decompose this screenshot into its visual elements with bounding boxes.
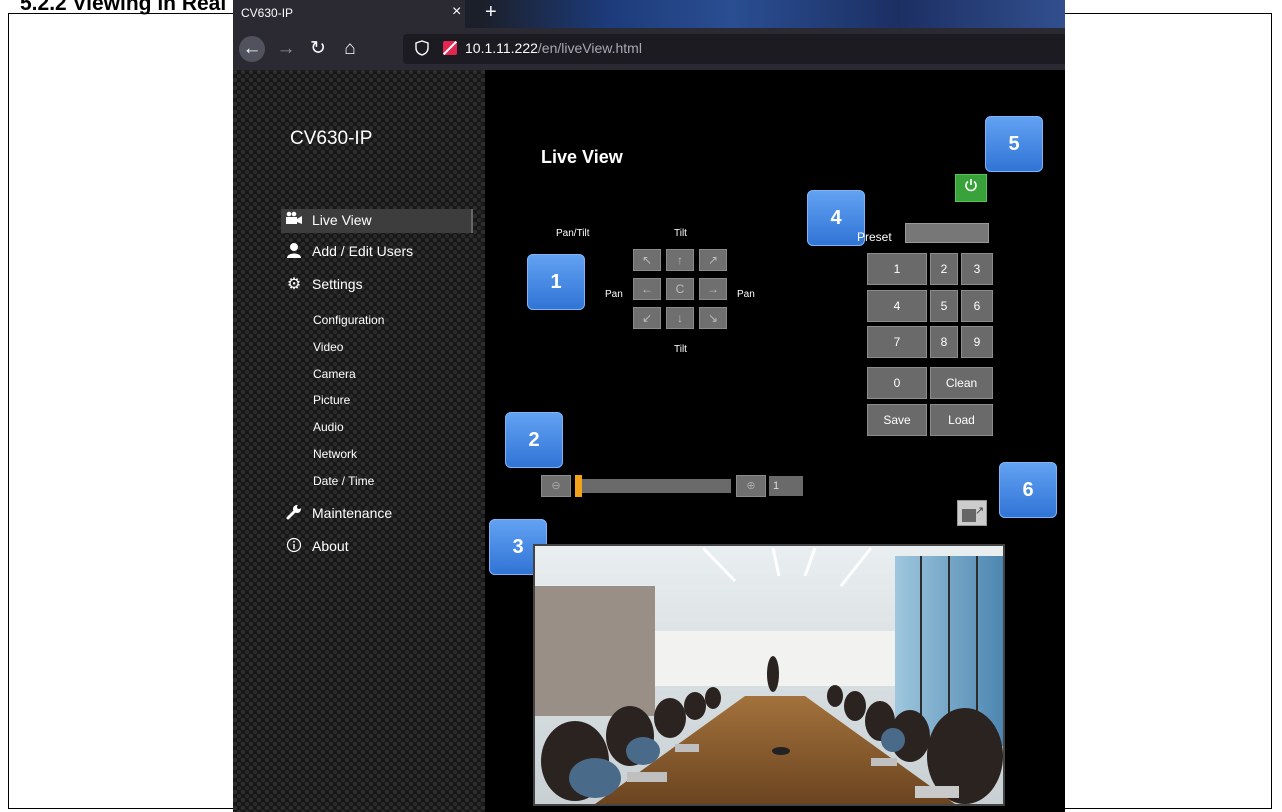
- preset-load-button[interactable]: Load: [930, 404, 993, 436]
- video-camera-icon: [284, 211, 304, 231]
- preset-key-5[interactable]: 5: [930, 290, 958, 322]
- submenu-item-network[interactable]: Network: [313, 447, 357, 461]
- sidebar-item-label: About: [312, 538, 349, 554]
- live-video-feed[interactable]: [533, 544, 1005, 806]
- page-title: Live View: [541, 147, 623, 167]
- submenu-item-camera[interactable]: Camera: [313, 367, 356, 381]
- pan-tilt-up-left-button[interactable]: ↖: [633, 249, 661, 271]
- sidebar-item-about[interactable]: About: [281, 535, 471, 559]
- preset-input[interactable]: [905, 223, 989, 243]
- sidebar-item-add-edit-users[interactable]: Add / Edit Users: [281, 240, 471, 264]
- url-text: 10.1.11.222/en/liveView.html: [465, 40, 642, 56]
- preset-key-9[interactable]: 9: [961, 326, 993, 358]
- pan-left-button[interactable]: ←: [633, 278, 661, 300]
- home-icon[interactable]: ⌂: [337, 36, 363, 62]
- forward-arrow-icon[interactable]: →: [273, 36, 299, 62]
- preset-key-4[interactable]: 4: [867, 290, 927, 322]
- preset-key-8[interactable]: 8: [930, 326, 958, 358]
- tilt-down-button[interactable]: ↓: [666, 307, 694, 329]
- zoom-level-field[interactable]: 1: [769, 476, 803, 496]
- fullscreen-button[interactable]: ↗: [957, 500, 987, 526]
- user-icon: [284, 242, 304, 262]
- submenu-item-date-time[interactable]: Date / Time: [313, 474, 374, 488]
- sidebar-item-label: Live View: [312, 212, 372, 228]
- url-host: 10.1.11.222: [465, 40, 538, 56]
- tilt-top-label: Tilt: [674, 228, 687, 239]
- gear-icon: ⚙: [286, 276, 302, 293]
- zoom-slider-track[interactable]: [575, 479, 731, 493]
- preset-key-6[interactable]: 6: [961, 290, 993, 322]
- reload-icon[interactable]: ↻: [305, 36, 331, 62]
- url-path: /en/liveView.html: [537, 40, 642, 56]
- preset-key-3[interactable]: 3: [961, 253, 993, 285]
- close-tab-icon[interactable]: ×: [452, 3, 461, 21]
- submenu-item-audio[interactable]: Audio: [313, 420, 344, 434]
- zoom-out-icon[interactable]: ⊖: [541, 475, 571, 497]
- pan-left-label: Pan: [605, 289, 623, 300]
- info-icon: [284, 537, 304, 557]
- submenu-item-configuration[interactable]: Configuration: [313, 313, 384, 327]
- browser-window: CV630-IP × + ← → ↻ ⌂ 10.1.11.222/en/live…: [233, 0, 1065, 812]
- tilt-bottom-label: Tilt: [674, 344, 687, 355]
- pan-right-label: Pan: [737, 289, 755, 300]
- expand-arrow-icon: ↗: [975, 505, 985, 517]
- window-icon: [962, 509, 976, 522]
- callout-badge-2: 2: [505, 412, 563, 468]
- sidebar: CV630-IP Live View Add / Edit Users ⚙ Se…: [233, 70, 485, 812]
- power-icon: [965, 179, 977, 192]
- callout-badge-5: 5: [985, 116, 1043, 172]
- tab-bar: CV630-IP × +: [233, 0, 1065, 28]
- sidebar-item-live-view[interactable]: Live View: [281, 209, 473, 233]
- preset-save-button[interactable]: Save: [867, 404, 927, 436]
- new-tab-icon[interactable]: +: [485, 1, 497, 24]
- submenu-item-video[interactable]: Video: [313, 340, 343, 354]
- pan-tilt-label: Pan/Tilt: [556, 228, 590, 239]
- preset-key-1[interactable]: 1: [867, 253, 927, 285]
- pan-tilt-down-left-button[interactable]: ↙: [633, 307, 661, 329]
- preset-key-2[interactable]: 2: [930, 253, 958, 285]
- pan-tilt-up-right-button[interactable]: ↗: [699, 249, 727, 271]
- zoom-in-icon[interactable]: ⊕: [736, 475, 766, 497]
- pan-tilt-down-right-button[interactable]: ↘: [699, 307, 727, 329]
- shield-icon: [415, 40, 429, 56]
- conference-room-image: [535, 546, 1003, 804]
- callout-badge-1: 1: [527, 254, 585, 310]
- insecure-lock-icon: [443, 41, 457, 55]
- sidebar-item-maintenance[interactable]: Maintenance: [281, 502, 471, 526]
- zoom-slider-thumb[interactable]: [575, 475, 582, 497]
- ptz-center-button[interactable]: C: [666, 278, 694, 300]
- navigation-bar: ← → ↻ ⌂ 10.1.11.222/en/liveView.html: [233, 28, 1065, 70]
- sidebar-item-settings[interactable]: ⚙ Settings: [281, 273, 471, 297]
- wrench-icon: [284, 504, 304, 524]
- power-button[interactable]: [955, 174, 987, 202]
- preset-key-7[interactable]: 7: [867, 326, 927, 358]
- preset-key-0[interactable]: 0: [867, 367, 927, 399]
- pan-right-button[interactable]: →: [699, 278, 727, 300]
- browser-tab[interactable]: CV630-IP ×: [233, 0, 465, 28]
- preset-clean-button[interactable]: Clean: [930, 367, 993, 399]
- tab-title: CV630-IP: [241, 6, 294, 20]
- submenu-item-picture[interactable]: Picture: [313, 393, 350, 407]
- sidebar-item-label: Add / Edit Users: [312, 243, 414, 259]
- callout-badge-6: 6: [999, 462, 1057, 518]
- sidebar-item-label: Maintenance: [312, 505, 393, 521]
- preset-label: Preset: [857, 230, 892, 244]
- brand-title: CV630-IP: [290, 128, 373, 149]
- address-bar[interactable]: 10.1.11.222/en/liveView.html: [403, 34, 1065, 64]
- app-content: CV630-IP Live View Add / Edit Users ⚙ Se…: [233, 70, 1065, 812]
- sidebar-item-label: Settings: [312, 276, 363, 292]
- tilt-up-button[interactable]: ↑: [666, 249, 694, 271]
- back-arrow-icon[interactable]: ←: [239, 36, 265, 62]
